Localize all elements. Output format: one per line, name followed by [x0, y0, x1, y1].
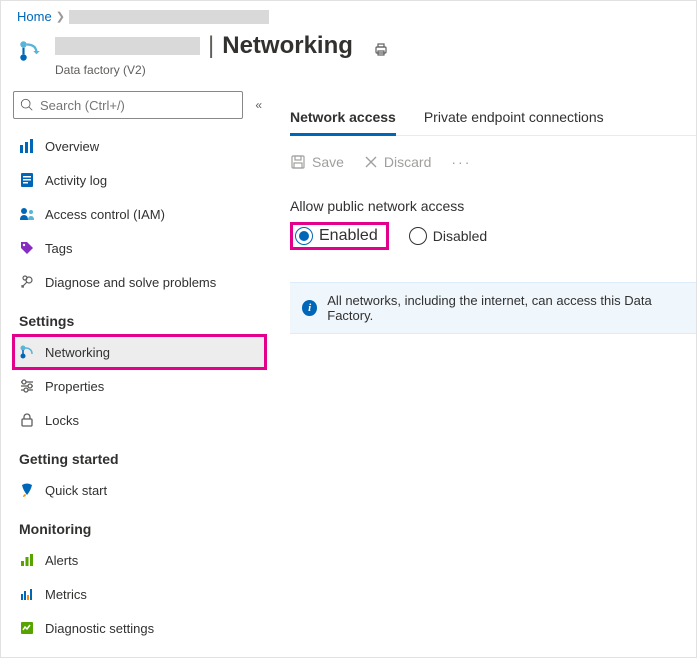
info-icon: i [302, 300, 317, 316]
tags-icon [19, 240, 35, 256]
more-button[interactable]: ··· [451, 154, 471, 170]
sidebar-item-label: Locks [45, 413, 79, 428]
page-header: | Networking Data factory (V2) [1, 28, 696, 85]
diagnostic-settings-icon [19, 620, 35, 636]
discard-icon [364, 155, 378, 169]
sidebar-item-label: Diagnose and solve problems [45, 275, 216, 290]
sidebar-item-tags[interactable]: Tags [13, 231, 266, 265]
save-icon [290, 154, 306, 170]
breadcrumb: Home ❯ [1, 1, 696, 28]
network-access-label: Allow public network access [290, 198, 696, 214]
network-access-radio-group: Enabled Disabled [290, 222, 696, 250]
radio-disabled-label: Disabled [433, 228, 487, 244]
sidebar-item-label: Alerts [45, 553, 78, 568]
sidebar-item-metrics[interactable]: Metrics [13, 577, 266, 611]
breadcrumb-redacted [69, 10, 269, 24]
sidebar-item-label: Access control (IAM) [45, 207, 165, 222]
main-content: Network access Private endpoint connecti… [266, 85, 696, 645]
print-icon[interactable] [373, 42, 389, 63]
alerts-icon [19, 552, 35, 568]
sidebar-item-alerts[interactable]: Alerts [13, 543, 266, 577]
quick-start-icon [19, 482, 35, 498]
sidebar-item-label: Metrics [45, 587, 87, 602]
resource-name-redacted [55, 37, 200, 55]
search-icon [20, 98, 34, 112]
breadcrumb-home[interactable]: Home [17, 9, 52, 24]
sidebar-item-locks[interactable]: Locks [13, 403, 266, 437]
sidebar-item-quick-start[interactable]: Quick start [13, 473, 266, 507]
sidebar-item-label: Quick start [45, 483, 107, 498]
search-input[interactable] [34, 98, 236, 113]
radio-disabled[interactable] [409, 227, 427, 245]
sidebar-item-label: Diagnostic settings [45, 621, 154, 636]
resource-type-label: Data factory (V2) [55, 63, 389, 77]
overview-icon [19, 138, 35, 154]
radio-enabled-label: Enabled [319, 227, 378, 245]
sidebar-item-networking[interactable]: Networking [13, 335, 266, 369]
info-banner: i All networks, including the internet, … [290, 282, 696, 334]
title-separator: | [208, 32, 214, 60]
toolbar: Save Discard ··· [290, 154, 696, 170]
sidebar-item-diagnostic-settings[interactable]: Diagnostic settings [13, 611, 266, 645]
access-control-icon [19, 206, 35, 222]
sidebar-section-monitoring: Monitoring [13, 507, 266, 543]
data-factory-icon [17, 38, 43, 64]
lock-icon [19, 412, 35, 428]
tabs: Network access Private endpoint connecti… [290, 109, 696, 136]
networking-icon [19, 344, 35, 360]
metrics-icon [19, 586, 35, 602]
sidebar-item-overview[interactable]: Overview [13, 129, 266, 163]
activity-log-icon [19, 172, 35, 188]
chevron-right-icon: ❯ [56, 10, 65, 23]
sidebar-item-label: Networking [45, 345, 110, 360]
properties-icon [19, 378, 35, 394]
radio-enabled[interactable] [295, 227, 313, 245]
sidebar-item-label: Properties [45, 379, 104, 394]
sidebar-item-diagnose[interactable]: Diagnose and solve problems [13, 265, 266, 299]
sidebar-section-getting-started: Getting started [13, 437, 266, 473]
collapse-sidebar-button[interactable]: « [251, 94, 266, 116]
search-input-wrapper[interactable] [13, 91, 243, 119]
sidebar-item-label: Tags [45, 241, 72, 256]
info-text: All networks, including the internet, ca… [327, 293, 684, 323]
sidebar: « Overview Activity log Access control (… [1, 85, 266, 645]
discard-button[interactable]: Discard [364, 154, 431, 170]
save-button[interactable]: Save [290, 154, 344, 170]
sidebar-section-settings: Settings [13, 299, 266, 335]
tab-private-endpoint[interactable]: Private endpoint connections [424, 109, 604, 135]
page-title: Networking [222, 32, 353, 60]
save-label: Save [312, 154, 344, 170]
sidebar-item-properties[interactable]: Properties [13, 369, 266, 403]
tab-network-access[interactable]: Network access [290, 109, 396, 136]
diagnose-icon [19, 274, 35, 290]
sidebar-item-label: Activity log [45, 173, 107, 188]
sidebar-item-activity-log[interactable]: Activity log [13, 163, 266, 197]
sidebar-item-label: Overview [45, 139, 99, 154]
discard-label: Discard [384, 154, 431, 170]
sidebar-item-access-control[interactable]: Access control (IAM) [13, 197, 266, 231]
